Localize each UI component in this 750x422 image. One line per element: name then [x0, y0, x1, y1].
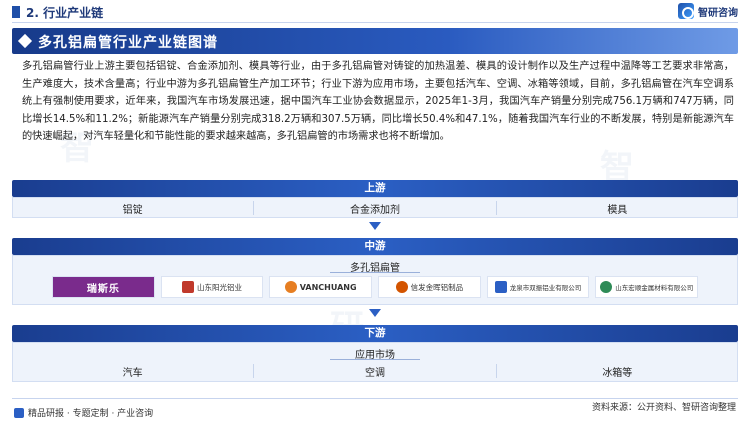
downstream-header: 下游	[12, 325, 738, 342]
downstream-item: 冰箱等	[602, 368, 633, 379]
downstream-items: 汽车 空调 冰箱等	[12, 364, 738, 379]
company-name: 山东宏顺金属材料有限公司	[615, 284, 694, 292]
company-icon	[284, 281, 297, 293]
intro-paragraph: 多孔铝扁管行业上游主要包括铝锭、合金添加剂、模具等行业，由于多孔铝扁管对铸锭的加…	[22, 61, 734, 142]
footer-text: 精品研报 · 专题定制 · 产业咨询	[28, 409, 154, 419]
title-banner: 多孔铝扁管行业产业链图谱	[12, 28, 738, 54]
header-divider	[12, 22, 738, 23]
upstream-items: 铝锭 合金添加剂 模具	[12, 201, 738, 216]
section-marker-icon	[12, 6, 20, 18]
company-name: 龙泉市双振铝业有限公司	[509, 284, 582, 292]
brand-logo-icon	[678, 3, 694, 19]
diamond-icon	[17, 33, 33, 49]
footer-tagline: 精品研报 · 专题定制 · 产业咨询	[14, 406, 153, 419]
divider	[330, 272, 420, 273]
company-name: 山东阳光铝业	[197, 282, 242, 292]
upstream-item: 铝锭	[122, 205, 143, 216]
footer-divider	[12, 398, 738, 399]
company-logo-hongshun: 山东宏顺金属材料有限公司	[595, 276, 699, 298]
arrow-down-icon	[369, 309, 381, 321]
company-icon	[600, 281, 613, 293]
upstream-item: 合金添加剂	[349, 205, 400, 216]
arrow-down-icon	[369, 222, 381, 234]
company-logo-longquan: 龙泉市双振铝业有限公司	[486, 276, 590, 298]
section-title: 2. 行业产业链	[26, 6, 104, 20]
company-name: 瑞斯乐	[53, 277, 154, 297]
source-note: 资料来源：公开资料、智研咨询整理	[591, 403, 736, 413]
company-logo-vanchuang: VANCHUANG	[269, 276, 373, 298]
upstream-item: 模具	[607, 205, 628, 216]
company-name: 信发金晖铝制品	[410, 282, 464, 292]
company-logos: 瑞斯乐 山东阳光铝业 VANCHUANG 信发金晖铝制品 龙泉市双振铝业有限公司…	[52, 276, 699, 298]
divider	[330, 359, 420, 360]
downstream-item: 空调	[364, 368, 385, 379]
company-logo-ruisile: 瑞斯乐	[52, 276, 155, 298]
downstream-item: 汽车	[122, 368, 143, 379]
top-bar: 2. 行业产业链 智研咨询	[0, 0, 750, 26]
company-name: VANCHUANG	[299, 282, 357, 292]
company-icon	[182, 281, 194, 293]
company-logo-shandong-yangguang: 山东阳光铝业	[160, 276, 264, 298]
company-logo-xinfa: 信发金晖铝制品	[378, 276, 481, 298]
brand-logo: 智研咨询	[678, 3, 738, 19]
upstream-header: 上游	[12, 180, 738, 197]
page-title: 多孔铝扁管行业产业链图谱	[38, 35, 218, 51]
brand-name: 智研咨询	[698, 7, 738, 19]
company-icon	[395, 281, 408, 293]
brand-small-icon	[14, 407, 24, 418]
company-icon	[494, 281, 507, 293]
midstream-header: 中游	[12, 238, 738, 255]
